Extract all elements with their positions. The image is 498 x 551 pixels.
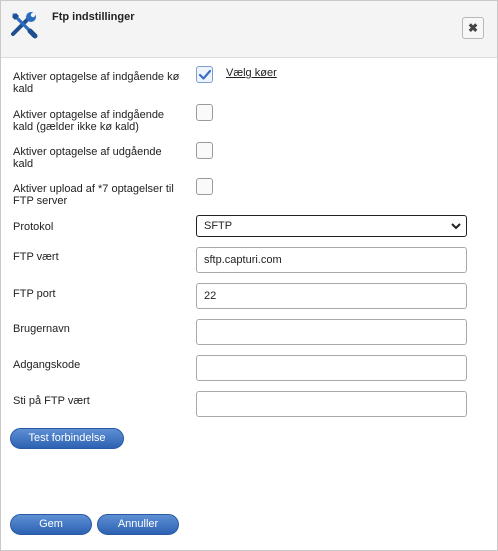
port-input[interactable]: 22 [196, 283, 467, 309]
checkbox-outgoing[interactable] [196, 142, 213, 159]
path-label: Sti på FTP vært [13, 395, 90, 407]
save-button[interactable]: Gem [10, 514, 92, 535]
cancel-button[interactable]: Annuller [97, 514, 179, 535]
checkbox-queue-incoming[interactable] [196, 66, 213, 83]
checkbox-star7-upload[interactable] [196, 178, 213, 195]
protocol-value: SFTP [204, 220, 233, 232]
option-label-outgoing: Aktiver optagelse af udgående kald [13, 146, 162, 170]
username-label: Brugernavn [13, 323, 70, 335]
test-connection-button[interactable]: Test forbindelse [10, 428, 124, 449]
select-queues-link[interactable]: Vælg køer [226, 67, 277, 79]
host-label: FTP vært [13, 251, 59, 263]
option-label-star7-upload: Aktiver upload af *7 optagelser til FTP … [13, 183, 174, 207]
path-input[interactable] [196, 391, 467, 417]
chevron-down-icon [451, 221, 461, 234]
checkmark-icon [198, 69, 212, 80]
port-label: FTP port [13, 288, 56, 300]
host-input[interactable]: sftp.capturi.com [196, 247, 467, 273]
close-icon: ✖ [467, 21, 479, 35]
option-label-queue-incoming: Aktiver optagelse af indgående kø kald [13, 71, 180, 95]
dialog-header: Ftp indstillinger ✖ [1, 1, 497, 58]
ftp-settings-dialog: Ftp indstillinger ✖ Aktiver optagelse af… [0, 0, 498, 551]
checkbox-incoming[interactable] [196, 104, 213, 121]
password-input[interactable] [196, 355, 467, 381]
protocol-label: Protokol [13, 221, 54, 233]
option-label-incoming: Aktiver optagelse af indgående kald (gæl… [13, 109, 165, 133]
dialog-title: Ftp indstillinger [52, 11, 135, 23]
tools-icon [9, 10, 39, 40]
protocol-select[interactable]: SFTP [196, 215, 467, 237]
username-input[interactable] [196, 319, 467, 345]
password-label: Adgangskode [13, 359, 81, 371]
close-button[interactable]: ✖ [462, 17, 484, 39]
